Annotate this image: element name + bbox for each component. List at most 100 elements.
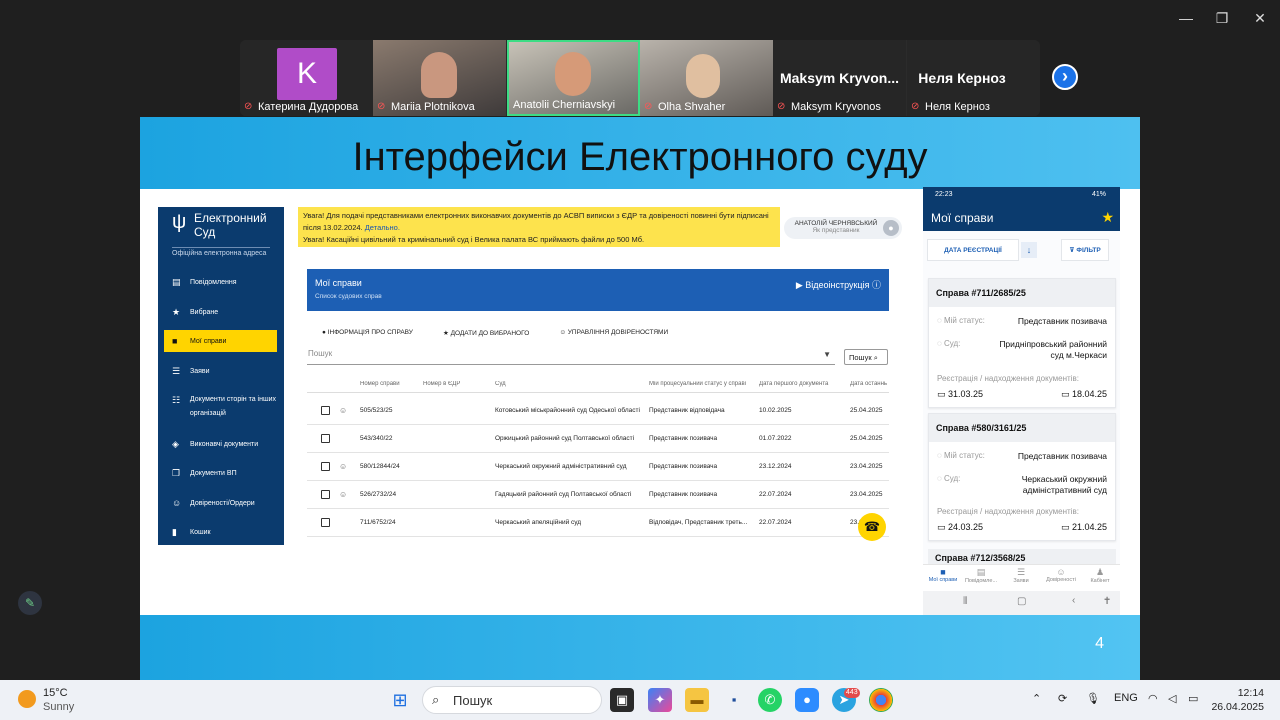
sidebar-item-vp-documents[interactable]: ❐ Документи ВП xyxy=(164,462,277,484)
whatsapp-icon[interactable]: ✆ xyxy=(758,688,782,712)
case-info-button[interactable]: ● ІНФОРМАЦІЯ ПРО СПРАВУ xyxy=(322,329,413,337)
system-clock[interactable]: 12:14 26.04.2025 xyxy=(1211,686,1264,714)
taskbar-search[interactable]: ⌕ Пошук xyxy=(422,686,602,714)
slide-page-number: 4 xyxy=(1095,635,1104,652)
details-link[interactable]: Детально. xyxy=(365,223,400,232)
participant-tile[interactable]: Maksym Kryvon... ⊘ Maksym Kryvonos xyxy=(773,40,906,116)
mic-off-icon: ⊘ xyxy=(777,101,786,112)
search-input[interactable]: Пошук ▼ xyxy=(307,349,835,365)
sidebar-item-my-cases[interactable]: ■ Мої справи xyxy=(164,330,277,352)
accessibility-icon[interactable]: ✝ xyxy=(1103,596,1111,607)
windows-taskbar: 15°C Sunny ⊞ ⌕ Пошук ▣ ✦ ▬ ▪ ✆ ● ➤ 443 ⌃ … xyxy=(0,680,1280,720)
annotate-pen-icon[interactable]: ✎ xyxy=(18,591,42,615)
sidebar-item-powers-of-attorney[interactable]: ☺ Довіреності/Ордери xyxy=(164,492,277,514)
search-icon: ⌕ xyxy=(432,692,440,707)
wifi-icon[interactable]: ◠ xyxy=(1148,692,1158,705)
sort-direction-icon[interactable]: ↓ xyxy=(1021,242,1037,258)
sidebar-item-party-documents[interactable]: ☷ Документи сторін та інших організацій xyxy=(164,391,277,423)
row-checkbox[interactable] xyxy=(321,490,330,499)
sidebar-item-applications[interactable]: ☰ Заяви xyxy=(164,360,277,382)
video-feed xyxy=(555,52,591,96)
add-to-favorites-button[interactable]: ★ ДОДАТИ ДО ВИБРАНОГО xyxy=(443,329,529,337)
weather-condition[interactable]: Sunny xyxy=(43,701,74,713)
sync-icon[interactable]: ⟳ xyxy=(1058,692,1067,705)
video-icon: ▶ xyxy=(795,280,806,290)
row-checkbox[interactable] xyxy=(321,406,330,415)
case-card[interactable]: Справа #711/2685/25 ◌ Мій статус: Предст… xyxy=(928,278,1116,408)
volume-icon[interactable]: ◁ xyxy=(1168,692,1176,705)
language-indicator[interactable]: ENG xyxy=(1114,692,1138,704)
battery-icon[interactable]: ▭ xyxy=(1188,692,1198,705)
logo-title: Електронний Суд xyxy=(194,211,267,239)
participant-tile-active[interactable]: Anatolii Cherniavskyi xyxy=(507,40,640,116)
telegram-badge: 443 xyxy=(844,688,860,698)
phone-status-bar: 22:23 41% xyxy=(923,187,1120,203)
microphone-icon[interactable]: 🎙 xyxy=(1086,692,1100,705)
file-explorer-icon[interactable]: ▬ xyxy=(685,688,709,712)
show-hidden-icons[interactable]: ⌃ xyxy=(1032,692,1041,705)
row-checkbox[interactable] xyxy=(321,462,330,471)
mic-off-icon: ⊘ xyxy=(911,101,920,112)
people-icon: ☺ xyxy=(559,329,568,336)
case-card-partial[interactable]: Справа #712/3568/25 xyxy=(928,549,1116,565)
save-icon[interactable]: ▪ xyxy=(722,688,746,712)
mic-off-icon: ⊘ xyxy=(244,101,253,112)
star-icon[interactable]: ★ xyxy=(1101,209,1114,226)
table-row[interactable]: 711/6752/24 Черкаський апеляційний суд В… xyxy=(307,509,889,537)
presentation-slide: Інтерфейси Електронного суду ψ Електронн… xyxy=(140,117,1140,680)
table-row[interactable]: ☺ 526/2732/24 Гадяцький районний суд Пол… xyxy=(307,481,889,509)
weather-temperature[interactable]: 15°C xyxy=(43,687,68,699)
sort-by-date-button[interactable]: ДАТА РЕЄСТРАЦІЇ xyxy=(927,239,1019,261)
chrome-icon[interactable] xyxy=(869,688,893,712)
mobile-nav-my-cases[interactable]: ■ Мої справи xyxy=(924,567,962,583)
dropdown-icon[interactable]: ▼ xyxy=(823,350,831,359)
strip-next-arrow-icon[interactable]: › xyxy=(1052,64,1078,90)
sidebar-item-executive-documents[interactable]: ◈ Виконавчі документи xyxy=(164,433,277,455)
table-row[interactable]: ☺ 505/523/25 Котовський міськрайонний су… xyxy=(307,397,889,425)
participant-tile[interactable]: K ⊘ Катерина Дудорова xyxy=(240,40,373,116)
user-badge[interactable]: АНАТОЛІЙ ЧЕРНЯВСЬКИЙ Як представник ● xyxy=(784,217,902,239)
close-button[interactable]: ✕ xyxy=(1250,8,1270,28)
participant-tile[interactable]: ⊘ Mariia Plotnikova xyxy=(373,40,506,116)
calendar-icon: ▭ xyxy=(937,389,949,399)
search-button[interactable]: Пошук ⌕ xyxy=(844,349,888,365)
mobile-app-screenshot: 22:23 41% Мої справи ★ ДАТА РЕЄСТРАЦІЇ ↓… xyxy=(923,187,1120,615)
user-avatar-icon: ● xyxy=(883,220,899,236)
back-icon[interactable]: ‹ xyxy=(1072,595,1075,606)
manage-powers-button[interactable]: ☺ УПРАВЛІННЯ ДОВІРЕНОСТЯМИ xyxy=(559,329,668,337)
calendar-icon: ▭ xyxy=(1060,389,1072,399)
task-view-icon[interactable]: ▣ xyxy=(610,688,634,712)
phone-call-button[interactable]: ☎ xyxy=(858,513,886,541)
case-card[interactable]: Справа #580/3161/25 ◌ Мій статус: Предст… xyxy=(928,413,1116,541)
mobile-nav-powers[interactable]: ☺ Довіреності xyxy=(1042,567,1080,583)
copilot-icon[interactable]: ✦ xyxy=(648,688,672,712)
sidebar-item-trash[interactable]: ▮ Кошик xyxy=(164,521,277,543)
folder-icon: ■ xyxy=(940,567,946,577)
restore-button[interactable]: ❐ xyxy=(1212,8,1232,28)
sidebar-item-favorites[interactable]: ★ Вибране xyxy=(164,301,277,323)
person-icon: ☺ xyxy=(339,462,348,471)
star-icon: ★ xyxy=(442,330,451,337)
mobile-nav-messages[interactable]: ▤ Повідомле... xyxy=(962,567,1000,584)
row-checkbox[interactable] xyxy=(321,518,330,527)
start-icon[interactable]: ⊞ xyxy=(388,688,412,712)
table-row[interactable]: ☺ 580/12844/24 Черкаський окружний адмін… xyxy=(307,453,889,481)
sidebar: ψ Електронний Суд Офіційна електронна ад… xyxy=(158,207,284,545)
zoom-icon[interactable]: ● xyxy=(795,688,819,712)
mobile-nav-applications[interactable]: ☰ Заяви xyxy=(1002,567,1040,584)
row-checkbox[interactable] xyxy=(321,434,330,443)
table-row[interactable]: 543/340/22 Оржицький районний суд Полтав… xyxy=(307,425,889,453)
participant-tile[interactable]: Неля Керноз ⊘Неля Керноз › xyxy=(907,40,1040,116)
checklist-icon: ☷ xyxy=(172,395,181,405)
video-instruction-link[interactable]: ▶ Відеоінструкція ⓘ xyxy=(796,278,881,291)
mobile-nav-cabinet[interactable]: ♟ Кабінет xyxy=(1081,567,1119,584)
home-icon[interactable]: ▢ xyxy=(1017,596,1026,607)
recent-apps-icon[interactable]: ⦀ xyxy=(963,596,967,607)
minimize-button[interactable]: — xyxy=(1176,8,1196,28)
filter-button[interactable]: ⊽ ФІЛЬТР xyxy=(1061,239,1109,261)
people-icon: ☺ xyxy=(1056,567,1066,577)
sun-icon[interactable] xyxy=(18,690,36,708)
sidebar-item-messages[interactable]: ▤ Повідомлення xyxy=(164,271,277,293)
trash-icon: ▮ xyxy=(172,526,177,537)
participant-tile[interactable]: ⊘ Olha Shvaher xyxy=(640,40,773,116)
